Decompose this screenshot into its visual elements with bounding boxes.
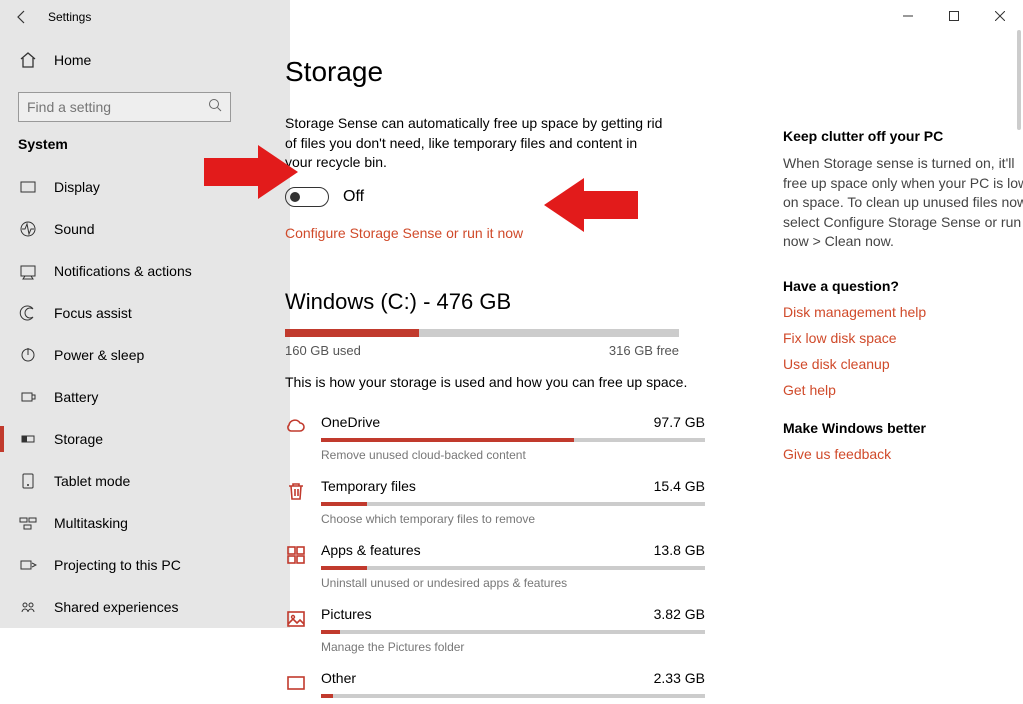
sidebar-item-label: Notifications & actions (54, 263, 192, 279)
sidebar-item-icon (18, 387, 38, 407)
sidebar-item-label: Sound (54, 221, 94, 237)
cloud-icon (285, 416, 307, 438)
close-button[interactable] (977, 0, 1023, 32)
other-icon (285, 672, 307, 694)
sidebar-item-projecting-to-this-pc[interactable]: Projecting to this PC (0, 544, 249, 586)
clutter-body: When Storage sense is turned on, it'll f… (783, 154, 1023, 252)
help-link[interactable]: Fix low disk space (783, 330, 1023, 346)
category-name: OneDrive (321, 414, 380, 430)
category-name: Apps & features (321, 542, 421, 558)
maximize-button[interactable] (931, 0, 977, 32)
sidebar-item-label: Tablet mode (54, 473, 130, 489)
clutter-title: Keep clutter off your PC (783, 128, 1023, 144)
category-sub: Uninstall unused or undesired apps & fea… (321, 576, 705, 590)
home-icon (18, 50, 38, 70)
sidebar: Home System DisplaySoundNotifications & … (0, 34, 249, 628)
question-title: Have a question? (783, 278, 1023, 294)
help-link[interactable]: Get help (783, 382, 1023, 398)
sidebar-item-icon (18, 345, 38, 365)
storage-category-apps-features[interactable]: Apps & features 13.8 GB Uninstall unused o… (285, 526, 705, 590)
sidebar-item-multitasking[interactable]: Multitasking (0, 502, 249, 544)
help-link[interactable]: Disk management help (783, 304, 1023, 320)
window-controls (885, 0, 1023, 32)
sidebar-item-label: Power & sleep (54, 347, 144, 363)
sidebar-item-icon (18, 513, 38, 533)
sidebar-item-label: Storage (54, 431, 103, 447)
annotation-arrow-link (544, 178, 638, 232)
sidebar-item-icon (18, 597, 38, 617)
category-sub: Choose which temporary files to remove (321, 512, 705, 526)
drive-used-label: 160 GB used (285, 343, 361, 358)
configure-storage-sense-link[interactable]: Configure Storage Sense or run it now (285, 225, 705, 241)
category-size: 15.4 GB (654, 478, 705, 494)
sidebar-home-label: Home (54, 52, 91, 68)
toggle-state-label: Off (343, 188, 364, 206)
category-size: 97.7 GB (654, 414, 705, 430)
category-bar (321, 502, 705, 506)
category-sub: Manage the Pictures folder (321, 640, 705, 654)
sidebar-home[interactable]: Home (0, 42, 249, 78)
sidebar-item-label: Projecting to this PC (54, 557, 181, 573)
drive-note: This is how your storage is used and how… (285, 374, 705, 390)
back-button[interactable] (0, 0, 44, 34)
sidebar-item-shared-experiences[interactable]: Shared experiences (0, 586, 249, 628)
sidebar-item-tablet-mode[interactable]: Tablet mode (0, 460, 249, 502)
category-name: Other (321, 670, 356, 686)
sidebar-item-icon (18, 219, 38, 239)
sidebar-item-battery[interactable]: Battery (0, 376, 249, 418)
main-content: Storage Storage Sense can automatically … (285, 56, 705, 628)
category-bar (321, 630, 705, 634)
search-box[interactable] (18, 92, 231, 122)
sidebar-item-icon (18, 303, 38, 323)
drive-free-label: 316 GB free (609, 343, 679, 358)
titlebar: Settings (0, 0, 1023, 34)
sidebar-item-icon (18, 555, 38, 575)
picture-icon (285, 608, 307, 630)
sidebar-item-power-sleep[interactable]: Power & sleep (0, 334, 249, 376)
sidebar-item-label: Focus assist (54, 305, 132, 321)
scrollbar[interactable] (1017, 30, 1021, 130)
aside-panel: Keep clutter off your PC When Storage se… (783, 56, 1023, 628)
drive-heading: Windows (C:) - 476 GB (285, 289, 705, 315)
trash-icon (285, 480, 307, 502)
search-icon (208, 98, 222, 117)
category-size: 13.8 GB (654, 542, 705, 558)
annotation-arrow-toggle (204, 145, 298, 199)
storage-category-other[interactable]: Other 2.33 GB (285, 654, 705, 704)
help-link[interactable]: Use disk cleanup (783, 356, 1023, 372)
category-sub: Remove unused cloud-backed content (321, 448, 705, 462)
category-name: Temporary files (321, 478, 416, 494)
sidebar-item-icon (18, 177, 38, 197)
sidebar-item-label: Battery (54, 389, 98, 405)
storage-category-temporary-files[interactable]: Temporary files 15.4 GB Choose which tempo… (285, 462, 705, 526)
sidebar-item-label: Display (54, 179, 100, 195)
sidebar-item-notifications-actions[interactable]: Notifications & actions (0, 250, 249, 292)
sidebar-item-label: Multitasking (54, 515, 128, 531)
category-bar (321, 566, 705, 570)
search-input[interactable] (27, 99, 208, 115)
drive-usage-bar (285, 329, 679, 337)
sidebar-item-storage[interactable]: Storage (0, 418, 249, 460)
better-title: Make Windows better (783, 420, 1023, 436)
sidebar-item-sound[interactable]: Sound (0, 208, 249, 250)
sidebar-item-icon (18, 429, 38, 449)
category-size: 3.82 GB (654, 606, 705, 622)
apps-icon (285, 544, 307, 566)
sidebar-item-icon (18, 471, 38, 491)
sidebar-item-focus-assist[interactable]: Focus assist (0, 292, 249, 334)
storage-category-pictures[interactable]: Pictures 3.82 GB Manage the Pictures folde… (285, 590, 705, 654)
feedback-link[interactable]: Give us feedback (783, 446, 1023, 462)
storage-sense-description: Storage Sense can automatically free up … (285, 114, 665, 173)
category-bar (321, 438, 705, 442)
page-title: Storage (285, 56, 705, 88)
window-title: Settings (44, 10, 91, 24)
storage-category-onedrive[interactable]: OneDrive 97.7 GB Remove unused cloud-backe… (285, 398, 705, 462)
category-name: Pictures (321, 606, 372, 622)
minimize-button[interactable] (885, 0, 931, 32)
category-bar (321, 694, 705, 698)
sidebar-item-icon (18, 261, 38, 281)
category-size: 2.33 GB (654, 670, 705, 686)
sidebar-item-label: Shared experiences (54, 599, 179, 615)
